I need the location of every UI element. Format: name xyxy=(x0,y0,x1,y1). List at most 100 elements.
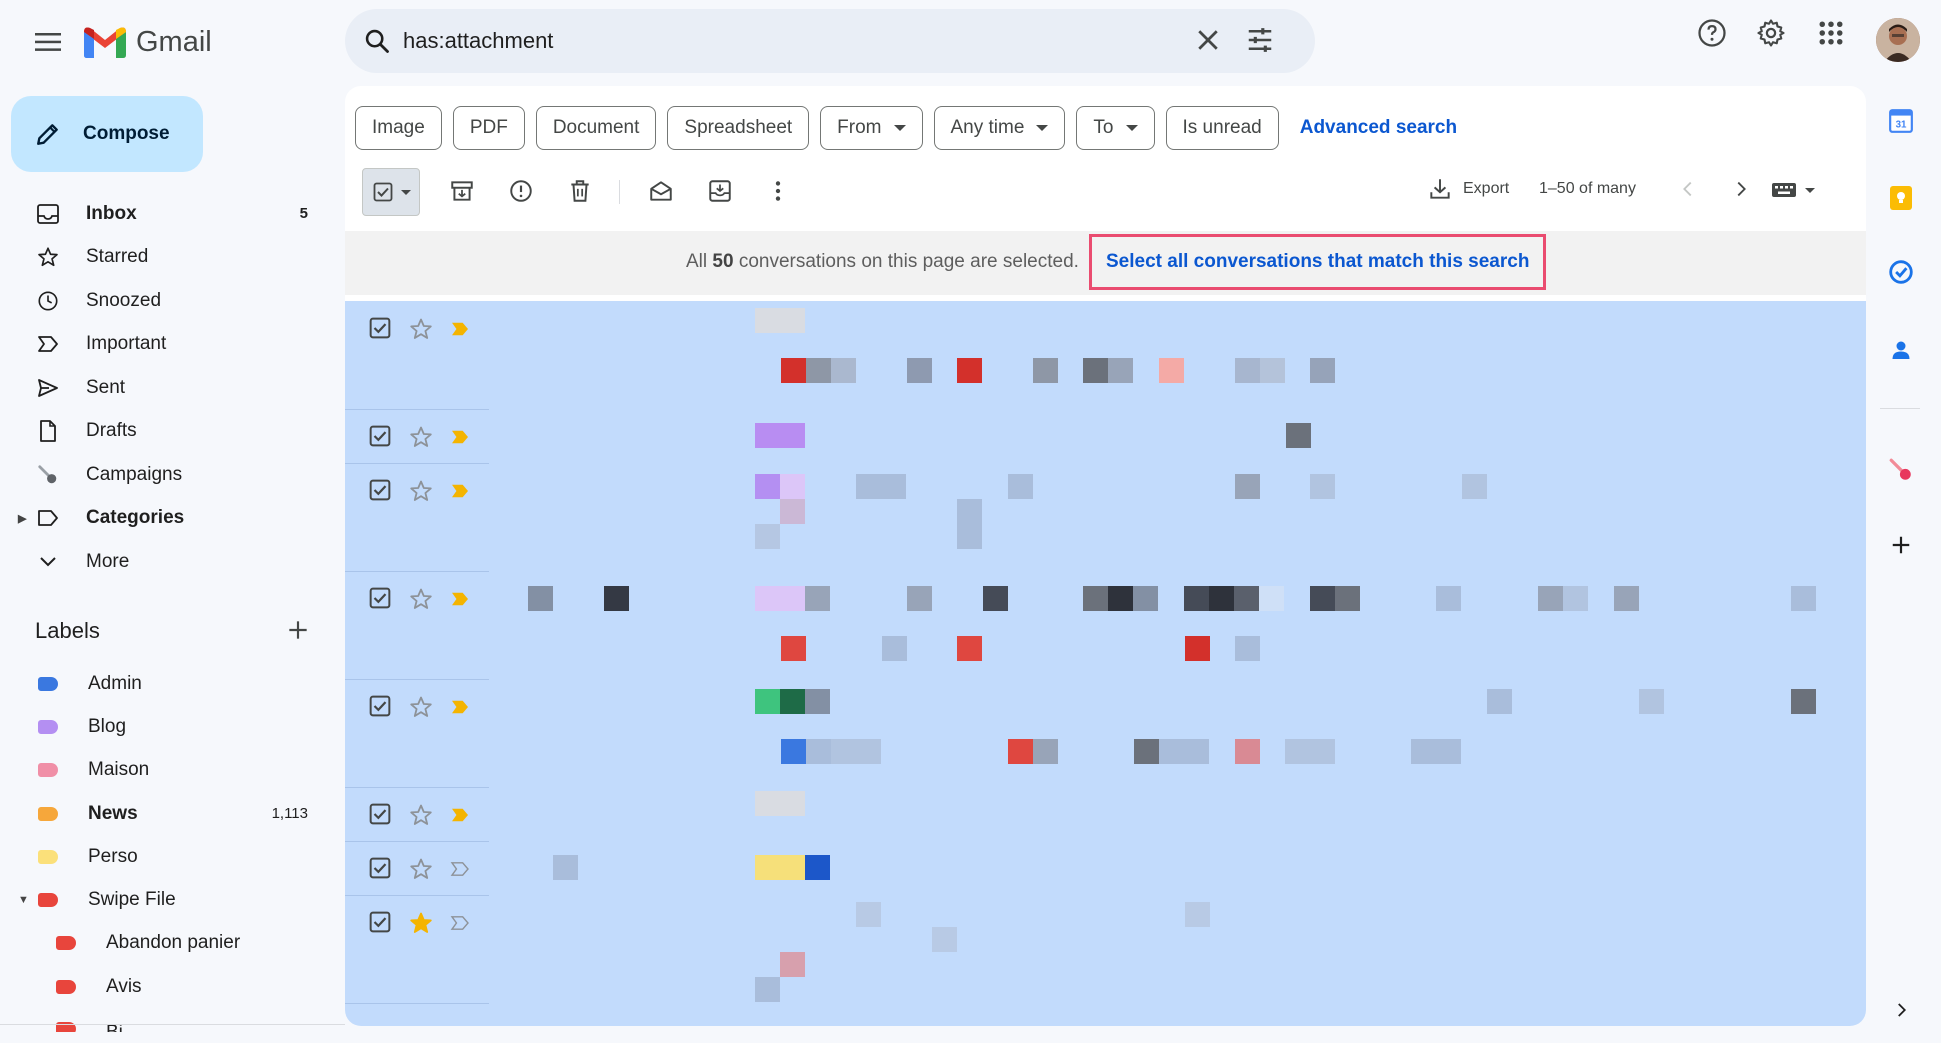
chevron-left-icon[interactable] xyxy=(1677,178,1699,200)
select-all-matching-link[interactable]: Select all conversations that match this… xyxy=(1089,234,1547,290)
important-marker-icon[interactable] xyxy=(450,429,470,445)
email-row[interactable] xyxy=(345,841,1866,895)
label-item-perso[interactable]: Perso xyxy=(0,835,330,878)
search-input[interactable] xyxy=(403,23,1203,59)
filter-chip-from[interactable]: From xyxy=(820,106,923,150)
sidebar-item-snoozed[interactable]: Snoozed xyxy=(0,279,330,323)
archive-icon[interactable] xyxy=(449,178,475,204)
email-row[interactable] xyxy=(345,301,1866,409)
delete-trash-icon[interactable] xyxy=(567,178,593,204)
label-item-blog[interactable]: Blog xyxy=(0,705,330,748)
show-side-panel-button[interactable] xyxy=(1886,995,1916,1025)
report-spam-icon[interactable] xyxy=(508,178,534,204)
sidebar-item-more[interactable]: More xyxy=(0,540,330,584)
export-button[interactable]: Export xyxy=(1427,176,1509,202)
star-icon[interactable] xyxy=(409,587,433,611)
row-checkbox-icon[interactable] xyxy=(369,695,391,717)
input-tools-button[interactable] xyxy=(1771,180,1815,200)
blurred-content xyxy=(1335,586,1360,611)
sidebar-item-important[interactable]: Important xyxy=(0,323,330,367)
important-marker-icon[interactable] xyxy=(450,591,470,607)
comet-icon xyxy=(36,463,60,487)
settings-gear-icon[interactable] xyxy=(1756,18,1786,48)
search-options-icon[interactable] xyxy=(1245,25,1275,55)
addon-button[interactable] xyxy=(1886,455,1916,485)
email-row[interactable] xyxy=(345,895,1866,1003)
row-checkbox-icon[interactable] xyxy=(369,425,391,447)
sidebar-item-campaigns[interactable]: Campaigns xyxy=(0,453,330,497)
starred-icon[interactable] xyxy=(409,911,433,935)
row-checkbox-icon[interactable] xyxy=(369,587,391,609)
blurred-content xyxy=(805,689,830,714)
email-row[interactable] xyxy=(345,409,1866,463)
row-checkbox-icon[interactable] xyxy=(369,911,391,933)
important-marker-icon[interactable] xyxy=(450,807,470,823)
sidebar-item-drafts[interactable]: Drafts xyxy=(0,410,330,454)
label-item-avis[interactable]: Avis xyxy=(0,965,330,1008)
row-checkbox-icon[interactable] xyxy=(369,479,391,501)
sidebar-item-categories[interactable]: ▶ Categories xyxy=(0,497,330,541)
advanced-search-link[interactable]: Advanced search xyxy=(1290,117,1457,139)
filter-chip-pdf[interactable]: PDF xyxy=(452,106,525,150)
tasks-app-button[interactable] xyxy=(1886,257,1916,287)
important-marker-icon[interactable] xyxy=(450,321,470,337)
label-item-maison[interactable]: Maison xyxy=(0,749,330,792)
not-important-marker-icon[interactable] xyxy=(450,915,470,931)
star-icon[interactable] xyxy=(409,479,433,503)
filter-chip-to[interactable]: To xyxy=(1076,106,1155,150)
sidebar-item-starred[interactable]: Starred xyxy=(0,236,330,280)
email-row[interactable] xyxy=(345,679,1866,787)
not-important-marker-icon[interactable] xyxy=(450,861,470,877)
row-checkbox-icon[interactable] xyxy=(369,857,391,879)
row-checkbox-icon[interactable] xyxy=(369,317,391,339)
keep-app-button[interactable] xyxy=(1886,183,1916,213)
clear-search-icon[interactable] xyxy=(1193,25,1223,55)
filter-chip-document[interactable]: Document xyxy=(535,106,657,150)
keep-note-icon xyxy=(1890,186,1912,210)
filter-chip-spreadsheet[interactable]: Spreadsheet xyxy=(667,106,810,150)
apps-grid-icon[interactable] xyxy=(1816,18,1846,48)
label-item-news[interactable]: News 1,113 xyxy=(0,792,330,835)
chevron-right-icon[interactable] xyxy=(1730,178,1752,200)
important-marker-icon[interactable] xyxy=(450,483,470,499)
star-icon[interactable] xyxy=(409,317,433,341)
filter-chip-image[interactable]: Image xyxy=(355,106,442,150)
calendar-app-button[interactable]: 31 xyxy=(1886,106,1916,136)
dropdown-arrow-icon[interactable] xyxy=(401,189,411,195)
email-row[interactable] xyxy=(345,571,1866,679)
get-addons-button[interactable] xyxy=(1886,530,1916,560)
list-toolbar: Export 1–50 of many xyxy=(345,164,1866,222)
main-menu-button[interactable] xyxy=(24,18,72,66)
sidebar-item-inbox[interactable]: Inbox 5 xyxy=(0,192,330,236)
add-label-icon[interactable] xyxy=(285,617,311,643)
help-icon[interactable] xyxy=(1697,18,1727,48)
blurred-content xyxy=(1234,586,1259,611)
star-icon[interactable] xyxy=(409,695,433,719)
blurred-content xyxy=(1563,586,1588,611)
compose-button[interactable]: Compose xyxy=(11,96,203,172)
star-icon[interactable] xyxy=(409,857,433,881)
filter-chip-any-time[interactable]: Any time xyxy=(933,106,1066,150)
filter-chip-is-unread[interactable]: Is unread xyxy=(1165,106,1279,150)
gmail-logo[interactable]: Gmail xyxy=(84,22,212,62)
label-item-admin[interactable]: Admin xyxy=(0,662,330,705)
email-row[interactable] xyxy=(345,787,1866,841)
label-item-abandon-panier[interactable]: Abandon panier xyxy=(0,922,330,965)
expand-caret-icon[interactable]: ▶ xyxy=(18,512,26,525)
search-icon[interactable] xyxy=(363,27,391,55)
mark-as-read-icon[interactable] xyxy=(648,178,674,204)
email-row[interactable] xyxy=(345,463,1866,571)
contacts-app-button[interactable] xyxy=(1886,335,1916,365)
more-vertical-icon[interactable] xyxy=(765,178,791,204)
label-item-swipe-file[interactable]: ▼ Swipe File xyxy=(0,878,330,921)
collapse-caret-icon[interactable]: ▼ xyxy=(18,894,29,906)
star-icon[interactable] xyxy=(409,425,433,449)
star-icon[interactable] xyxy=(409,803,433,827)
sidebar-item-sent[interactable]: Sent xyxy=(0,366,330,410)
label-item-partial[interactable]: Bi... xyxy=(0,1008,330,1033)
row-checkbox-icon[interactable] xyxy=(369,803,391,825)
account-avatar[interactable] xyxy=(1876,18,1920,62)
move-to-inbox-icon[interactable] xyxy=(707,178,733,204)
select-all-checkbox[interactable] xyxy=(362,168,420,216)
important-marker-icon[interactable] xyxy=(450,699,470,715)
